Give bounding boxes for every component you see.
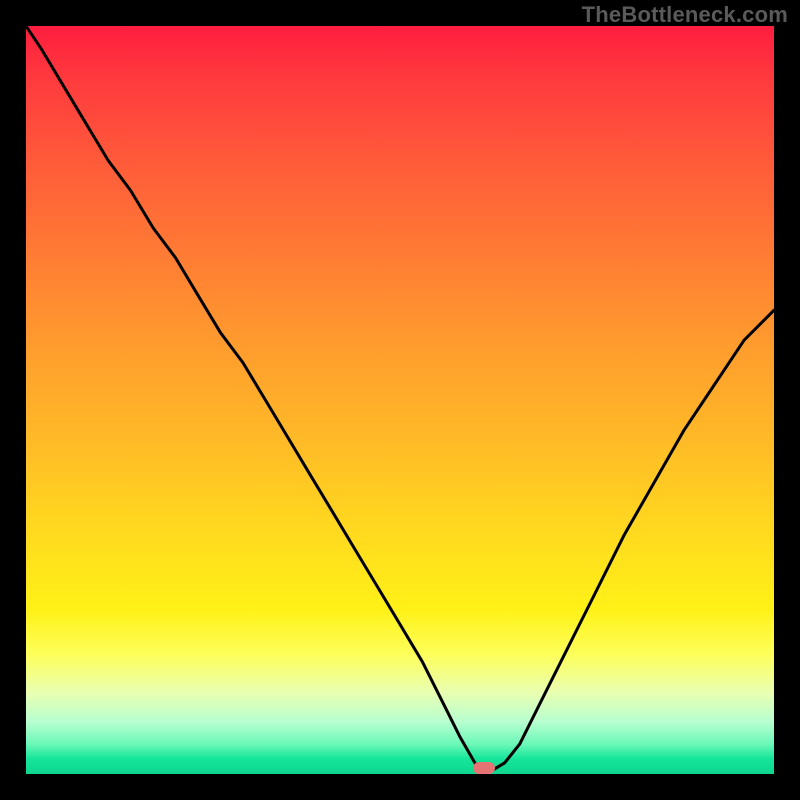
watermark-text: TheBottleneck.com xyxy=(582,2,788,28)
chart-frame: TheBottleneck.com xyxy=(0,0,800,800)
plot-area xyxy=(26,26,774,774)
optimal-point-marker xyxy=(473,762,495,774)
bottleneck-curve xyxy=(26,26,774,774)
